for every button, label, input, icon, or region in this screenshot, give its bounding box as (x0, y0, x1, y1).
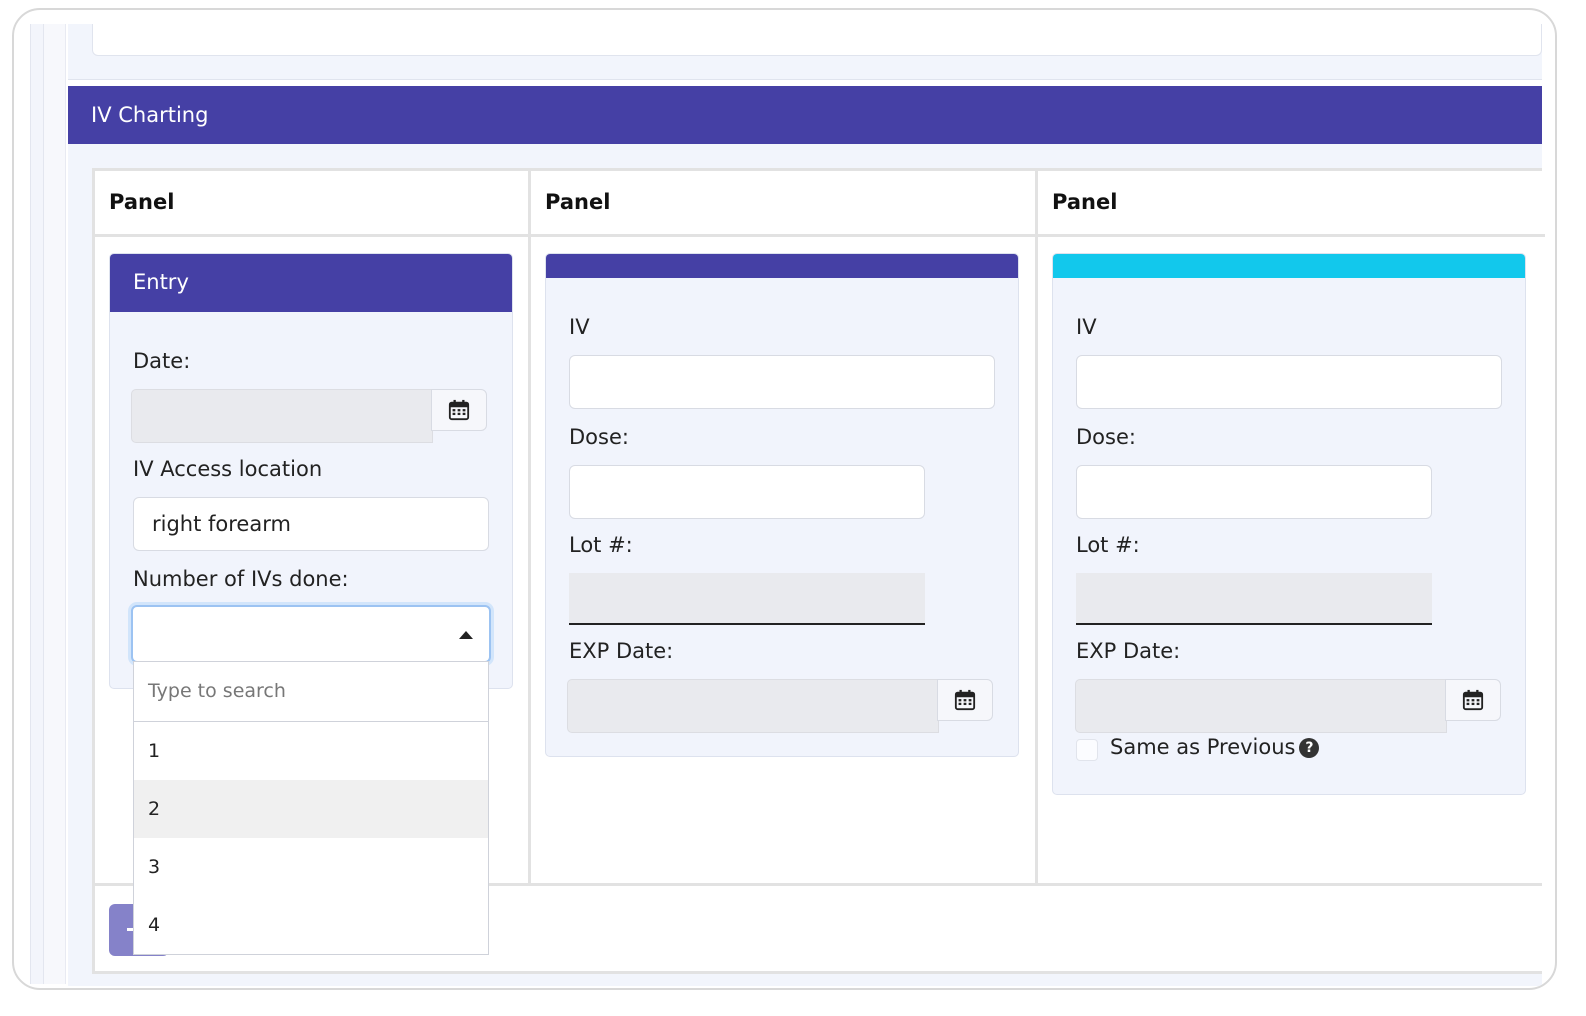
same-as-previous-label[interactable]: Same as Previous? (1110, 735, 1320, 759)
previous-section-field[interactable] (92, 24, 1542, 56)
iv-access-input[interactable]: right forearm (133, 497, 489, 551)
iv-card-1-accent (546, 254, 1018, 278)
entry-card-title: Entry (110, 254, 512, 312)
calendar-icon (1462, 689, 1484, 711)
calendar-icon (448, 399, 470, 421)
iv-1-input[interactable] (569, 355, 995, 409)
date-calendar-button[interactable] (431, 389, 487, 431)
left-rail (30, 24, 44, 984)
lot-2-input[interactable] (1076, 573, 1432, 625)
number-ivs-select[interactable] (131, 605, 491, 663)
iv-access-label: IV Access location (133, 457, 323, 481)
same-as-previous-checkbox[interactable] (1076, 739, 1098, 761)
dose-2-input[interactable] (1076, 465, 1432, 519)
column-header-2: Panel (531, 171, 1038, 237)
exp-2-label: EXP Date: (1076, 639, 1181, 663)
column-header-1: Panel (95, 171, 531, 237)
dropdown-option-1[interactable]: 1 (134, 722, 488, 780)
iv-2-input[interactable] (1076, 355, 1502, 409)
iv-2-label: IV (1076, 315, 1097, 339)
number-ivs-dropdown: Type to search 1 2 3 4 (133, 661, 489, 955)
iv-1-label: IV (569, 315, 590, 339)
app-window: IV Charting Panel Panel Panel Entry Date… (12, 8, 1557, 990)
exp-2-calendar-button[interactable] (1445, 679, 1501, 721)
iv-card-2-accent (1053, 254, 1525, 278)
lot-1-input[interactable] (569, 573, 925, 625)
dropdown-option-3[interactable]: 3 (134, 838, 488, 896)
exp-1-input[interactable] (567, 679, 939, 733)
exp-2-input[interactable] (1075, 679, 1447, 733)
date-label: Date: (133, 349, 191, 373)
dose-1-label: Dose: (569, 425, 629, 449)
dose-1-input[interactable] (569, 465, 925, 519)
question-circle-icon[interactable]: ? (1299, 738, 1320, 758)
dropdown-option-2[interactable]: 2 (134, 780, 488, 838)
number-ivs-label: Number of IVs done: (133, 567, 349, 591)
iv-charting-section: IV Charting Panel Panel Panel Entry Date… (68, 86, 1545, 986)
column-header-3: Panel (1038, 171, 1545, 237)
caret-up-icon[interactable] (459, 631, 473, 639)
lot-1-label: Lot #: (569, 533, 633, 557)
left-rail-inner (44, 24, 66, 984)
dropdown-search-input[interactable]: Type to search (134, 662, 488, 722)
calendar-icon (954, 689, 976, 711)
lot-2-label: Lot #: (1076, 533, 1140, 557)
same-as-previous-text: Same as Previous (1110, 735, 1296, 759)
date-input[interactable] (131, 389, 433, 443)
panel-grid: Panel Panel Panel Entry Date: IV Access … (92, 168, 1545, 974)
dose-2-label: Dose: (1076, 425, 1136, 449)
section-title: IV Charting (68, 86, 1542, 144)
exp-1-calendar-button[interactable] (937, 679, 993, 721)
exp-1-label: EXP Date: (569, 639, 674, 663)
dropdown-option-4[interactable]: 4 (134, 896, 488, 954)
